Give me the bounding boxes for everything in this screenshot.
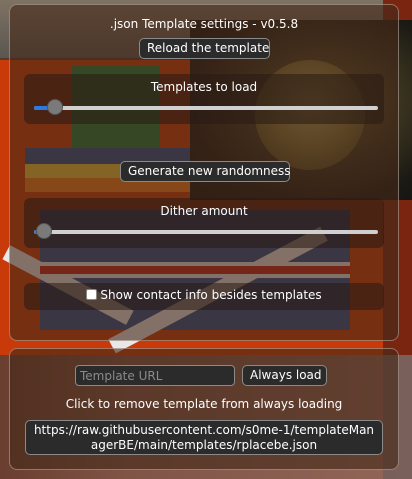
template-url-input[interactable] bbox=[75, 365, 235, 386]
dither-amount-section: Dither amount bbox=[24, 198, 384, 248]
templates-to-load-label: Templates to load bbox=[150, 80, 258, 94]
reload-template-button[interactable]: Reload the template bbox=[139, 38, 270, 59]
contact-info-label[interactable]: Show contact info besides templates bbox=[100, 288, 321, 302]
generate-randomness-button[interactable]: Generate new randomness bbox=[120, 161, 291, 182]
always-load-button[interactable]: Always load bbox=[242, 365, 327, 386]
always-load-panel: Always load Click to remove template fro… bbox=[9, 348, 399, 470]
slider-thumb[interactable] bbox=[46, 99, 63, 115]
slider-thumb[interactable] bbox=[36, 223, 53, 239]
remove-hint: Click to remove template from always loa… bbox=[65, 397, 343, 411]
dither-amount-label: Dither amount bbox=[160, 204, 248, 218]
contact-info-section: Show contact info besides templates bbox=[24, 283, 384, 310]
settings-title: .json Template settings - v0.5.8 bbox=[109, 17, 299, 31]
dither-amount-slider[interactable] bbox=[34, 223, 378, 239]
templates-to-load-slider[interactable] bbox=[34, 99, 378, 115]
contact-info-checkbox[interactable] bbox=[86, 289, 98, 300]
settings-panel: .json Template settings - v0.5.8 Reload … bbox=[9, 4, 399, 341]
contact-info-row[interactable]: Show contact info besides templates bbox=[24, 288, 384, 302]
templates-to-load-section: Templates to load bbox=[24, 74, 384, 124]
saved-template-url-button[interactable]: https://raw.githubusercontent.com/s0me-1… bbox=[25, 420, 383, 455]
